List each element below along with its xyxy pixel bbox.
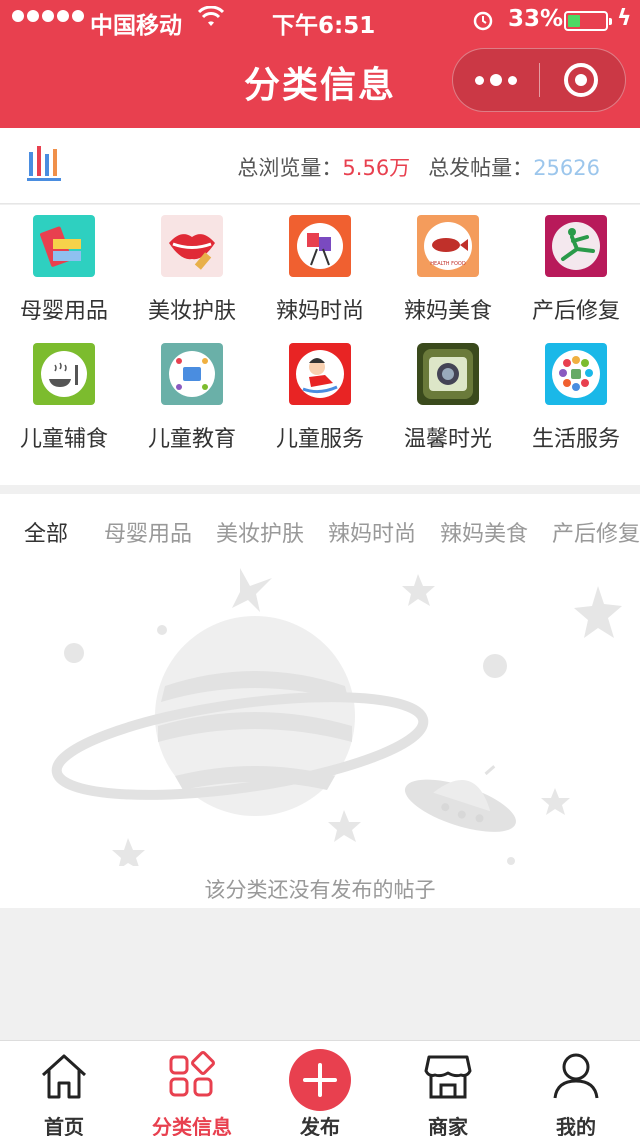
svg-text:HEALTH FOOD: HEALTH FOOD: [430, 261, 466, 267]
category-item[interactable]: 儿童辅食: [0, 333, 128, 461]
charging-icon: ϟ: [617, 6, 632, 31]
tabbar-label: 商家: [428, 1115, 468, 1136]
fish-dish-icon: HEALTH FOOD: [417, 215, 479, 277]
tabbar-me[interactable]: 我的: [512, 1041, 640, 1136]
fashion-woman-icon: [289, 215, 351, 277]
signal-icon: [12, 10, 84, 22]
life-services-icon: [545, 343, 607, 405]
user-icon: [553, 1053, 599, 1099]
category-item[interactable]: 生活服务: [512, 333, 640, 461]
category-label: 辣妈时尚: [275, 299, 364, 324]
views-value: 5.56万: [342, 156, 411, 180]
status-bar: 中国移动 下午6:51 33% ϟ: [0, 0, 640, 40]
tabbar-publish[interactable]: 发布: [256, 1041, 384, 1136]
category-label: 母婴用品: [19, 299, 108, 324]
empty-planet-illustration: [51, 568, 622, 866]
alarm-icon: [472, 9, 494, 37]
category-item[interactable]: 美妆护肤: [128, 205, 256, 333]
category-icon: [169, 1051, 215, 1097]
category-item[interactable]: 儿童服务: [256, 333, 384, 461]
bar-chart-icon: [26, 142, 64, 182]
category-item[interactable]: 产后修复: [512, 205, 640, 333]
tabbar-label: 分类信息: [152, 1115, 232, 1136]
category-label: 儿童教育: [147, 427, 236, 452]
store-icon: [424, 1055, 472, 1099]
yoga-icon: [545, 215, 607, 277]
category-label: 儿童辅食: [19, 427, 108, 452]
plus-icon: [289, 1049, 351, 1111]
tabbar-label: 发布: [300, 1115, 340, 1136]
category-label: 儿童服务: [275, 427, 364, 452]
tabbar-store[interactable]: 商家: [384, 1041, 512, 1136]
tabbar-category[interactable]: 分类信息: [128, 1041, 256, 1136]
category-label: 辣妈美食: [403, 299, 492, 324]
app-page: 中国移动 下午6:51 33% ϟ 分类信息 总浏览量：5.56万 总发帖量：2…: [0, 0, 640, 1136]
carrier-name: 中国移动: [90, 13, 182, 39]
tabbar-home[interactable]: 首页: [0, 1041, 128, 1136]
category-label: 生活服务: [531, 427, 620, 452]
close-mini-program-button[interactable]: [564, 63, 598, 97]
baby-food-icon: [33, 343, 95, 405]
category-label: 温馨时光: [403, 427, 492, 452]
clock: 下午6:51: [272, 13, 376, 39]
tab-category[interactable]: 辣妈时尚: [328, 516, 416, 548]
empty-state: 该分类还没有发布的帖子: [0, 566, 640, 908]
tab-category[interactable]: 母婴用品: [104, 516, 192, 548]
views-label: 总浏览量：: [237, 156, 343, 180]
lips-icon: [161, 215, 223, 277]
wifi-icon: [197, 5, 225, 34]
category-label: 美妆护肤: [147, 299, 236, 324]
category-item[interactable]: 温馨时光: [384, 333, 512, 461]
category-item[interactable]: 儿童教育: [128, 333, 256, 461]
camera-icon: [417, 343, 479, 405]
tabbar-label: 首页: [44, 1115, 84, 1136]
battery-percent: 33%: [508, 6, 564, 32]
more-menu-button[interactable]: [453, 49, 539, 111]
kid-hero-icon: [289, 343, 351, 405]
posts-label: 总发帖量：: [428, 156, 534, 180]
tab-category[interactable]: 产后修复: [552, 516, 640, 548]
color-swatch-icon: [33, 215, 95, 277]
header: 中国移动 下午6:51 33% ϟ 分类信息: [0, 0, 640, 128]
tab-all[interactable]: 全部: [24, 516, 68, 548]
category-item[interactable]: 母婴用品: [0, 205, 128, 333]
mini-program-capsule: [452, 48, 626, 112]
battery-icon: [564, 11, 612, 31]
bottom-tab-bar: 首页 分类信息 发布 商家 我的: [0, 1040, 640, 1136]
tabbar-label: 我的: [556, 1115, 596, 1136]
stats-summary: 总浏览量：5.56万 总发帖量：25626: [237, 152, 600, 182]
tab-category[interactable]: 美妆护肤: [216, 516, 304, 548]
empty-message: 该分类还没有发布的帖子: [204, 878, 436, 902]
tab-category[interactable]: 辣妈美食: [440, 516, 528, 548]
education-icon: [161, 343, 223, 405]
category-grid: 母婴用品 美妆护肤 辣妈时尚 HEALTH FOOD 辣妈美食 产后修复 儿童辅…: [0, 205, 640, 485]
category-item[interactable]: HEALTH FOOD 辣妈美食: [384, 205, 512, 333]
category-tabs: 全部 母婴用品 美妆护肤 辣妈时尚 辣妈美食 产后修复: [0, 494, 640, 566]
home-icon: [41, 1054, 87, 1099]
capsule-divider: [539, 63, 540, 97]
posts-value: 25626: [533, 156, 600, 180]
category-label: 产后修复: [531, 299, 620, 324]
category-item[interactable]: 辣妈时尚: [256, 205, 384, 333]
